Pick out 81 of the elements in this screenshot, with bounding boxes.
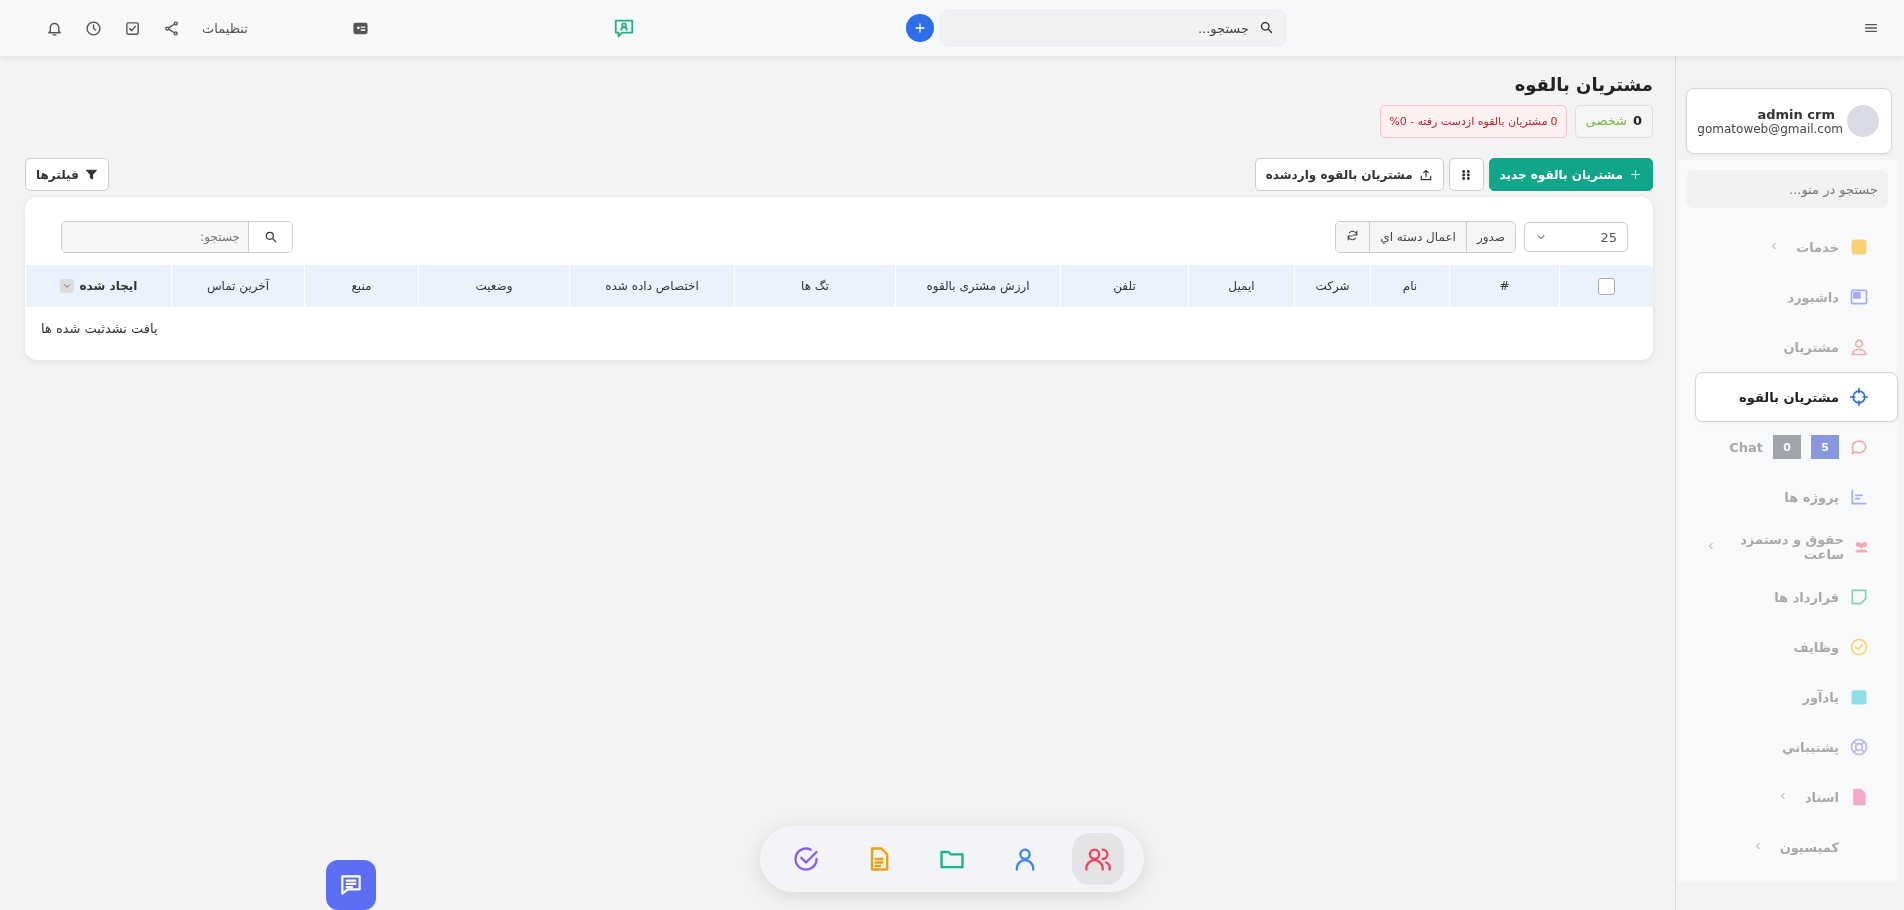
chart-icon — [1849, 487, 1869, 507]
page-size-select[interactable]: 25 — [1524, 222, 1628, 252]
count-badge: 0 — [1773, 435, 1801, 459]
chat-user-icon — [612, 17, 635, 39]
check-circle-icon — [1849, 637, 1869, 657]
image-icon — [1849, 287, 1869, 307]
checkbox-icon — [124, 19, 141, 37]
item-label[interactable]: Chat — [1729, 439, 1763, 455]
sidebar-item[interactable]: مشتریان — [1677, 322, 1897, 372]
sidebar-item[interactable]: قرارداد ها — [1677, 572, 1897, 622]
toolbar-button[interactable]: صدور — [1465, 222, 1515, 252]
select-all-checkbox[interactable] — [1598, 277, 1615, 295]
column-header[interactable]: شرکت — [1315, 279, 1350, 293]
share-icon — [163, 19, 180, 37]
avatar-icon — [1847, 105, 1879, 137]
toolbar-button[interactable]: اعمال دسته اي — [1369, 222, 1466, 252]
item-label[interactable]: کمیسیون — [1779, 839, 1839, 855]
filters-button[interactable]: فیلترها — [25, 158, 109, 191]
sidebar-item[interactable]: پشتيباني — [1677, 722, 1897, 772]
search-icon — [1259, 20, 1274, 35]
message-icon — [338, 872, 364, 898]
column-header[interactable]: تگ ها — [801, 279, 829, 293]
upload-icon — [1418, 167, 1433, 182]
sidebar-item[interactable]: پروژه ها — [1677, 472, 1897, 522]
check-circle-icon — [792, 845, 821, 873]
chevron-down-icon — [61, 281, 72, 291]
column-header[interactable]: نام — [1402, 279, 1418, 293]
new-lead-button[interactable]: مشتریان بالقوه جدید — [1488, 158, 1653, 191]
column-header[interactable]: # — [1499, 279, 1510, 293]
sidebar-item[interactable]: حقوق و دستمزد ساعت — [1677, 522, 1897, 572]
plus-icon — [1629, 168, 1642, 181]
empty-message: یافت نشدثبت شده ها — [41, 321, 158, 336]
item-label[interactable]: داشبورد — [1787, 289, 1839, 305]
clock-icon — [85, 19, 102, 37]
column-header[interactable]: ایمیل — [1228, 279, 1255, 293]
item-label[interactable]: مشتریان — [1783, 339, 1839, 355]
import-button[interactable]: مشتریان بالقوه واردشده — [1254, 158, 1444, 191]
item-label[interactable]: اسناد — [1804, 789, 1839, 805]
item-label[interactable]: مشتریان بالقوه — [1739, 389, 1839, 405]
column-header[interactable]: منبع — [351, 279, 372, 293]
settings-link[interactable]: تنظیمات — [202, 20, 248, 36]
page-title: مشتریان بالقوه — [1513, 74, 1653, 95]
sidebar-item[interactable]: داشبورد — [1677, 272, 1897, 322]
sidebar-item[interactable]: Chat 0 5 — [1677, 422, 1897, 472]
item-label[interactable]: یادآور — [1802, 689, 1839, 705]
item-label[interactable]: حقوق و دستمزد ساعت — [1733, 532, 1845, 562]
chat-button[interactable] — [326, 860, 376, 910]
lifebuoy-icon — [1849, 737, 1869, 757]
user-icon — [1849, 337, 1869, 357]
user-card[interactable]: admin crm gomatoweb@gmail.com — [1686, 88, 1892, 154]
sort-button[interactable] — [59, 279, 74, 293]
column-header[interactable]: وضعیت — [475, 279, 513, 293]
sidebar-item[interactable]: خدمات — [1677, 222, 1897, 272]
column-header[interactable]: آخرین تماس — [206, 279, 270, 293]
sidebar-item[interactable]: یادآور — [1677, 672, 1897, 722]
refresh-button[interactable] — [1336, 222, 1370, 252]
dock-button[interactable] — [1071, 833, 1124, 885]
sidebar-item[interactable]: مشتریان بالقوه — [1695, 372, 1898, 422]
column-header[interactable]: اختصاص داده شده — [605, 279, 699, 293]
note-icon — [1849, 587, 1869, 607]
user-email: gomatoweb@gmail.com — [1697, 121, 1843, 136]
menu-search-field[interactable]: جستجو در منو... — [1686, 170, 1888, 208]
item-label[interactable]: وظایف — [1793, 639, 1839, 655]
add-button[interactable] — [906, 14, 934, 42]
item-label[interactable]: قرارداد ها — [1774, 589, 1839, 605]
filter-icon — [84, 168, 98, 181]
item-label[interactable]: پشتيباني — [1782, 739, 1839, 755]
refresh-icon — [1346, 229, 1360, 242]
sidebar-item[interactable]: کمیسیون — [1677, 822, 1897, 872]
grid-button[interactable] — [1448, 158, 1484, 191]
count-badge: 5 — [1811, 435, 1839, 459]
column-header[interactable]: ایجاد شده — [79, 279, 138, 293]
sidebar-item[interactable]: وظایف — [1677, 622, 1897, 672]
item-label[interactable]: خدمات — [1796, 239, 1839, 255]
item-label[interactable]: پروژه ها — [1784, 489, 1839, 505]
sidebar-item[interactable]: اسناد — [1677, 772, 1897, 822]
search-field[interactable]: جستجو... — [940, 10, 1286, 46]
crosshair-icon — [1849, 387, 1869, 407]
column-header[interactable]: تلفن — [1113, 279, 1136, 293]
user-name: admin crm — [1756, 106, 1835, 122]
chat-bubble-icon — [1849, 437, 1869, 457]
